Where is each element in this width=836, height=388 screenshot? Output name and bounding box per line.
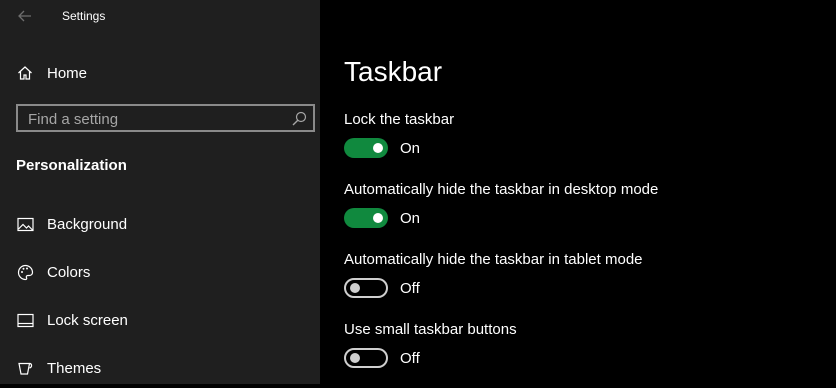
setting-label: Lock the taskbar — [344, 111, 455, 128]
page-title: Taskbar — [344, 56, 443, 87]
setting-autohide-tablet: Automatically hide the taskbar in tablet… — [344, 251, 824, 311]
autohide-tablet-toggle[interactable] — [344, 278, 388, 298]
setting-small-buttons: Use small taskbar buttons Off — [344, 321, 824, 381]
back-button[interactable] — [12, 4, 38, 28]
sidebar-item-background[interactable]: Background — [0, 204, 320, 244]
themes-icon — [16, 359, 34, 377]
title-bar: Settings — [0, 0, 320, 32]
sidebar-item-label: Lock screen — [47, 311, 128, 329]
toggle-knob — [373, 213, 383, 223]
setting-label: Automatically hide the taskbar in deskto… — [344, 181, 659, 198]
sidebar-item-colors[interactable]: Colors — [0, 252, 320, 292]
toggle-knob — [350, 283, 360, 293]
sidebar-item-label: Themes — [47, 359, 102, 377]
palette-icon — [16, 263, 34, 281]
setting-label: Use small taskbar buttons — [344, 321, 517, 338]
small-buttons-toggle[interactable] — [344, 348, 388, 368]
autohide-desktop-toggle[interactable] — [344, 208, 388, 228]
sidebar-item-label: Background — [47, 215, 128, 233]
toggle-state-label: On — [400, 210, 421, 227]
lock-taskbar-toggle[interactable] — [344, 138, 388, 158]
sidebar-item-lock-screen[interactable]: Lock screen — [0, 300, 320, 340]
search-box[interactable]: Find a setting — [16, 104, 315, 132]
sidebar-item-home[interactable]: Home — [0, 56, 320, 90]
sidebar-item-label: Colors — [47, 263, 91, 281]
search-input[interactable]: Find a setting — [28, 111, 118, 128]
home-icon — [16, 64, 34, 82]
home-label: Home — [47, 64, 88, 82]
app-title: Settings — [62, 9, 106, 23]
toggle-state-label: On — [400, 140, 421, 157]
toggle-state-label: Off — [400, 280, 420, 297]
search-icon[interactable] — [291, 111, 307, 127]
main-content: Taskbar Lock the taskbar On Automaticall… — [320, 0, 836, 384]
image-icon — [16, 215, 34, 233]
setting-autohide-desktop: Automatically hide the taskbar in deskto… — [344, 181, 824, 241]
sidebar-item-themes[interactable]: Themes — [0, 348, 320, 388]
sidebar: Settings Home Find a setting Personaliza… — [0, 0, 320, 384]
toggle-knob — [373, 143, 383, 153]
toggle-knob — [350, 353, 360, 363]
back-arrow-icon — [18, 10, 31, 22]
lock-screen-icon — [16, 311, 34, 329]
setting-label: Automatically hide the taskbar in tablet… — [344, 251, 643, 268]
setting-lock-taskbar: Lock the taskbar On — [344, 111, 824, 171]
toggle-state-label: Off — [400, 350, 420, 367]
section-title: Personalization — [16, 157, 127, 174]
